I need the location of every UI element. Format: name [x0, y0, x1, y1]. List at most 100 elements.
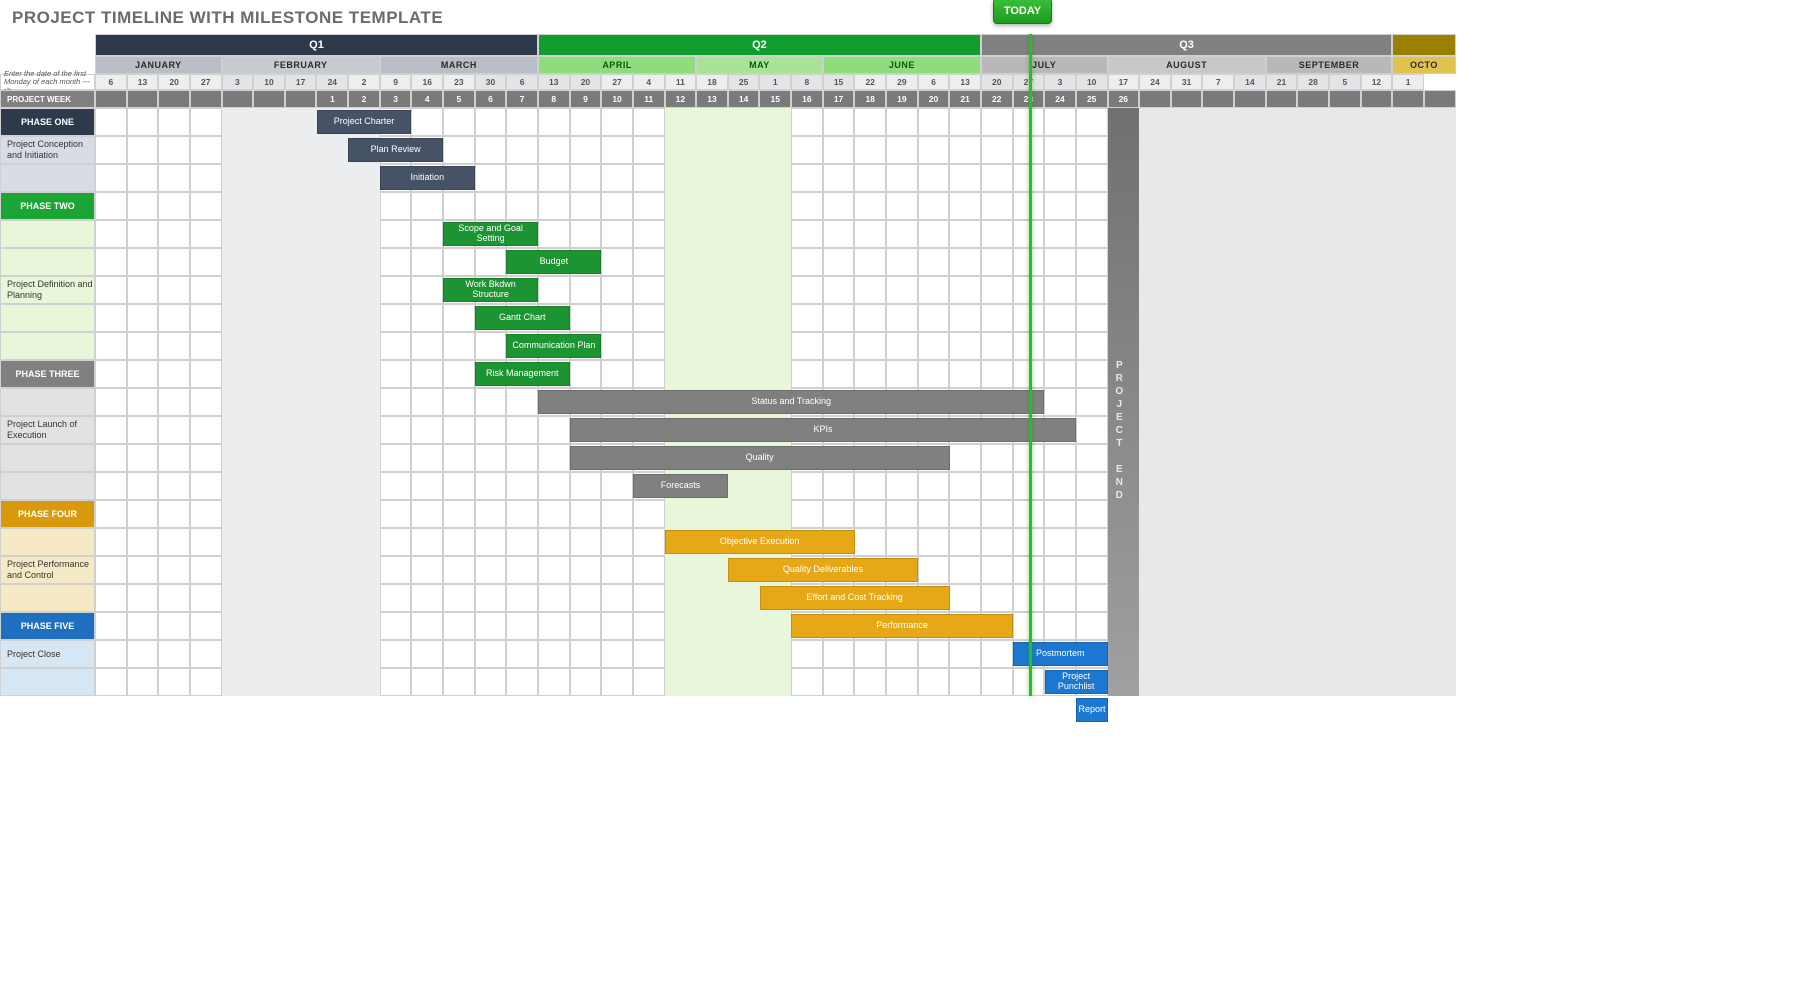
today-line [1029, 34, 1032, 696]
date-36: 14 [1234, 74, 1266, 90]
date-35: 7 [1202, 74, 1234, 90]
date-23: 15 [823, 74, 855, 90]
bar-quality-deliverables[interactable]: Quality Deliverables [728, 558, 918, 582]
today-badge: TODAY [993, 0, 1052, 24]
bar-performance[interactable]: Performance [791, 614, 1013, 638]
week-33 [1139, 90, 1171, 108]
bar-quality[interactable]: Quality [570, 446, 950, 470]
date-13: 6 [506, 74, 538, 90]
date-33: 24 [1139, 74, 1171, 90]
week-32: 26 [1108, 90, 1140, 108]
week-31: 25 [1076, 90, 1108, 108]
month-june: JUNE [823, 56, 981, 74]
date-41: 1 [1392, 74, 1424, 90]
week-9: 3 [380, 90, 412, 108]
phase-body-label-4-1: Project Performance and Control [0, 556, 95, 584]
month-octo: OCTO [1392, 56, 1455, 74]
phase-header-5: PHASE FIVE [0, 612, 95, 640]
week-3 [190, 90, 222, 108]
week-23: 17 [823, 90, 855, 108]
phase-header-3: PHASE THREE [0, 360, 95, 388]
date-10: 16 [411, 74, 443, 90]
week-27: 21 [949, 90, 981, 108]
bar-project-charter[interactable]: Project Charter [317, 110, 412, 134]
date-26: 6 [918, 74, 950, 90]
month-may: MAY [696, 56, 823, 74]
week-7: 1 [316, 90, 348, 108]
week-15: 9 [570, 90, 602, 108]
week-8: 2 [348, 90, 380, 108]
bar-effort-and-cost-tracking[interactable]: Effort and Cost Tracking [760, 586, 950, 610]
phase-header-4: PHASE FOUR [0, 500, 95, 528]
week-0 [95, 90, 127, 108]
week-13: 7 [506, 90, 538, 108]
bar-gantt-chart[interactable]: Gantt Chart [475, 306, 570, 330]
date-row: Enter the date of the first Monday of ea… [0, 74, 1456, 90]
week-17: 11 [633, 90, 665, 108]
phase-body-label-2-3 [0, 304, 95, 332]
date-6: 17 [285, 74, 317, 90]
bar-budget[interactable]: Budget [506, 250, 601, 274]
quarter-q4 [1392, 34, 1455, 56]
phase-body-label-5-0: Project Close [0, 640, 95, 668]
week-18: 12 [665, 90, 697, 108]
bar-risk-management[interactable]: Risk Management [475, 362, 570, 386]
bar-kpis[interactable]: KPIs [570, 418, 1076, 442]
bar-status-and-tracking[interactable]: Status and Tracking [538, 390, 1044, 414]
week-26: 20 [918, 90, 950, 108]
week-38 [1297, 90, 1329, 108]
date-17: 4 [633, 74, 665, 90]
week-36 [1234, 90, 1266, 108]
phase-body-label-3-3 [0, 472, 95, 500]
week-28: 22 [981, 90, 1013, 108]
project-week-label: PROJECT WEEK [0, 90, 95, 108]
bar-plan-review[interactable]: Plan Review [348, 138, 443, 162]
bar-project-punchlist[interactable]: Project Punchlist [1045, 670, 1108, 694]
week-19: 13 [696, 90, 728, 108]
phase-body-label-4-2 [0, 584, 95, 612]
bar-objective-execution[interactable]: Objective Execution [665, 530, 855, 554]
date-4: 3 [222, 74, 254, 90]
timeline-container: PROJECT TIMELINE WITH MILESTONE TEMPLATE… [0, 0, 1456, 706]
month-april: APRIL [538, 56, 696, 74]
note-text: Enter the date of the first Monday of ea… [0, 74, 95, 90]
week-35 [1202, 90, 1234, 108]
bar-initiation[interactable]: Initiation [380, 166, 475, 190]
phase-body-label-2-4 [0, 332, 95, 360]
week-42 [1424, 90, 1456, 108]
phase-body-label-3-2 [0, 444, 95, 472]
month-september: SEPTEMBER [1266, 56, 1393, 74]
week-20: 14 [728, 90, 760, 108]
date-2: 20 [158, 74, 190, 90]
date-9: 9 [380, 74, 412, 90]
month-july: JULY [981, 56, 1108, 74]
phase-body-label-2-2: Project Definition and Planning [0, 276, 95, 304]
month-august: AUGUST [1108, 56, 1266, 74]
gantt-body: PHASE ONEProject Conception and Initiati… [0, 108, 1456, 696]
phase-body-label-2-1 [0, 248, 95, 276]
bar-work-bkdwn-structure[interactable]: Work Bkdwn Structure [443, 278, 538, 302]
week-row: PROJECT WEEK 123456789101112131415161718… [0, 90, 1456, 108]
month-row: JANUARYFEBRUARYMARCHAPRILMAYJUNEJULYAUGU… [0, 56, 1456, 74]
bar-postmortem[interactable]: Postmortem [1013, 642, 1108, 666]
week-10: 4 [411, 90, 443, 108]
phase-body-label-3-1: Project Launch of Execution [0, 416, 95, 444]
month-january: JANUARY [95, 56, 222, 74]
quarter-Q2: Q2 [538, 34, 981, 56]
week-5 [253, 90, 285, 108]
date-37: 21 [1266, 74, 1298, 90]
week-14: 8 [538, 90, 570, 108]
week-34 [1171, 90, 1203, 108]
week-11: 5 [443, 90, 475, 108]
bar-scope-and-goal-setting[interactable]: Scope and Goal Setting [443, 222, 538, 246]
date-7: 24 [316, 74, 348, 90]
bar-report[interactable]: Report [1076, 698, 1108, 722]
project-end-label: PROJECT END [1114, 360, 1125, 503]
bar-forecasts[interactable]: Forecasts [633, 474, 728, 498]
phase-body-label-2-0 [0, 220, 95, 248]
date-31: 10 [1076, 74, 1108, 90]
bar-communication-plan[interactable]: Communication Plan [506, 334, 601, 358]
week-1 [127, 90, 159, 108]
week-16: 10 [601, 90, 633, 108]
date-40: 12 [1361, 74, 1393, 90]
